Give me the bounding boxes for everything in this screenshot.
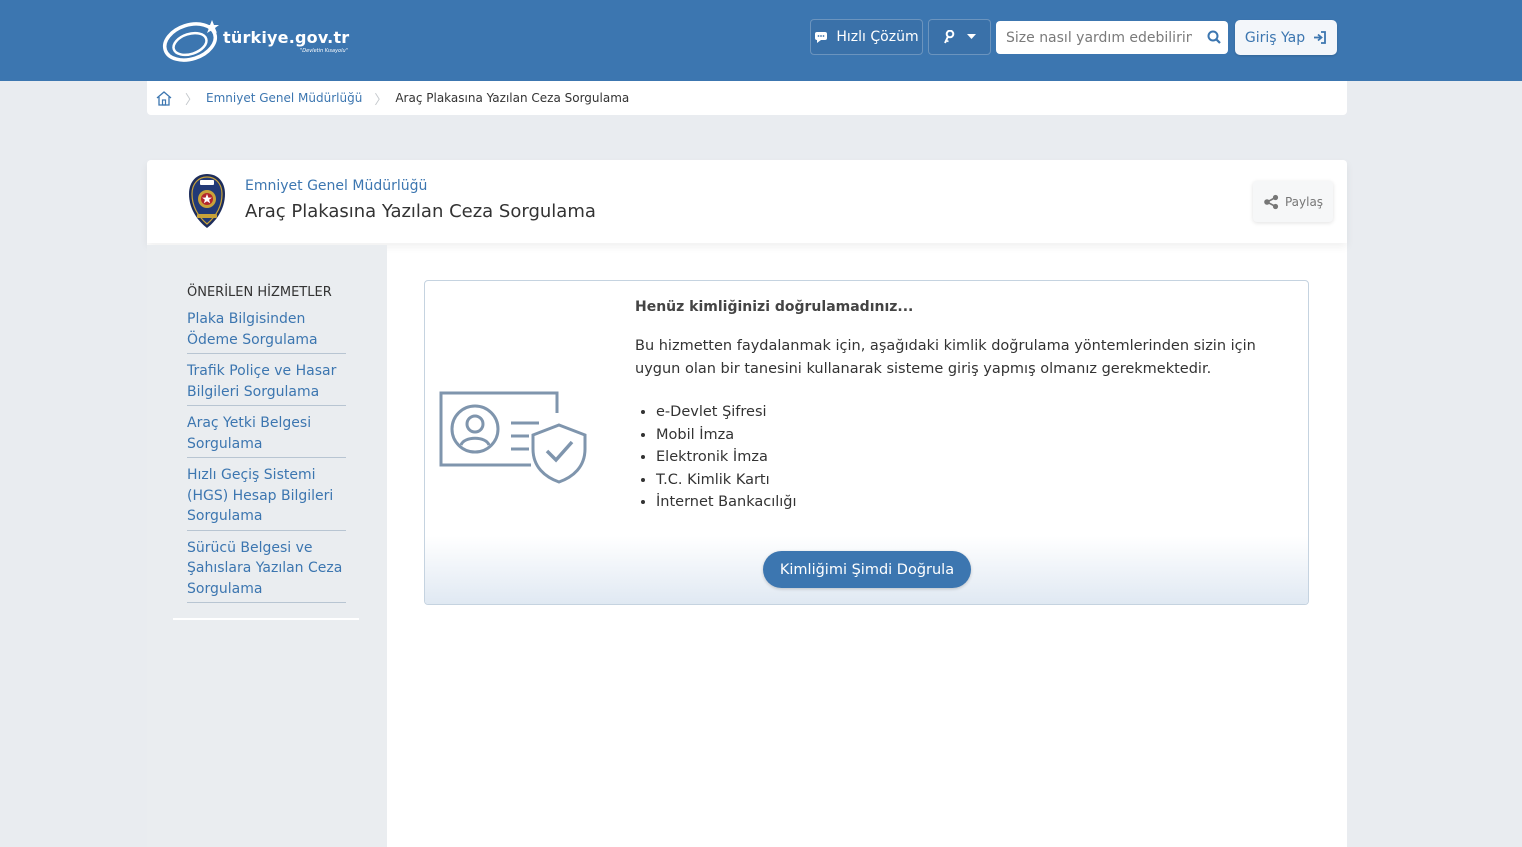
chevron-down-icon	[967, 34, 976, 39]
turkiye-gov-logo[interactable]: türkiye.gov.tr "Devletin Kısayolu"	[160, 16, 365, 66]
chat-bubble-icon	[815, 31, 828, 43]
verification-description: Bu hizmetten faydalanmak için, aşağıdaki…	[635, 338, 1256, 377]
recommended-services-sidebar: ÖNERİLEN HİZMETLER Plaka Bilgisinden Öde…	[147, 245, 387, 847]
police-badge-logo	[189, 174, 225, 228]
breadcrumb-separator: 〉	[374, 92, 388, 108]
sidebar-item-plate-payment[interactable]: Plaka Bilgisinden Ödeme Sorgulama	[187, 309, 346, 354]
share-button[interactable]: Paylaş	[1253, 181, 1333, 222]
verification-heading: Henüz kimliğinizi doğrulamadınız...	[635, 299, 914, 315]
logo-swoosh-icon	[162, 20, 219, 62]
sidebar-item-vehicle-license[interactable]: Araç Yetki Belgesi Sorgulama	[187, 413, 346, 458]
breadcrumb-organization-link[interactable]: Emniyet Genel Müdürlüğü	[206, 91, 362, 105]
quick-solution-label: Hızlı Çözüm	[836, 29, 919, 45]
method-id-card: T.C. Kimlik Kartı	[656, 469, 797, 492]
accessibility-menu-button[interactable]	[928, 19, 991, 55]
method-edevlet-password: e-Devlet Şifresi	[656, 401, 797, 424]
logo-tagline: "Devletin Kısayolu"	[300, 48, 348, 54]
organization-name[interactable]: Emniyet Genel Müdürlüğü	[245, 178, 427, 194]
breadcrumb: 〉 Emniyet Genel Müdürlüğü 〉 Araç Plakası…	[147, 81, 1347, 115]
search-icon[interactable]	[1207, 30, 1221, 44]
page-title: Araç Plakasına Yazılan Ceza Sorgulama	[245, 201, 596, 222]
verification-methods-list: e-Devlet Şifresi Mobil İmza Elektronik İ…	[656, 401, 797, 514]
search-input[interactable]	[996, 22, 1192, 53]
share-label: Paylaş	[1284, 194, 1324, 209]
home-icon[interactable]	[155, 90, 173, 107]
service-header: Emniyet Genel Müdürlüğü Araç Plakasına Y…	[147, 160, 1347, 243]
identity-verification-panel: Henüz kimliğinizi doğrulamadınız... Bu h…	[424, 280, 1309, 605]
sidebar-item-traffic-policy[interactable]: Trafik Poliçe ve Hasar Bilgileri Sorgula…	[187, 361, 346, 406]
sidebar-title: ÖNERİLEN HİZMETLER	[187, 285, 332, 300]
method-electronic-signature: Elektronik İmza	[656, 446, 797, 469]
breadcrumb-separator: 〉	[185, 92, 199, 108]
top-navbar: türkiye.gov.tr "Devletin Kısayolu" Hızlı…	[0, 0, 1522, 81]
login-label: Giriş Yap	[1244, 29, 1306, 46]
sign-in-icon	[1314, 31, 1327, 44]
identity-card-shield-icon	[439, 391, 587, 484]
key-icon	[944, 30, 955, 44]
recommended-services-list: Plaka Bilgisinden Ödeme Sorgulama Trafik…	[187, 309, 346, 610]
sidebar-item-driver-license-fines[interactable]: Sürücü Belgesi ve Şahıslara Yazılan Ceza…	[187, 538, 346, 603]
login-button[interactable]: Giriş Yap	[1235, 20, 1337, 55]
verify-identity-button[interactable]: Kimliğimi Şimdi Doğrula	[763, 551, 971, 588]
search-box	[996, 21, 1228, 54]
quick-solution-button[interactable]: Hızlı Çözüm	[810, 19, 923, 55]
method-internet-banking: İnternet Bankacılığı	[656, 491, 797, 514]
share-icon	[1264, 194, 1279, 209]
sidebar-divider	[173, 618, 359, 620]
sidebar-item-hgs-account[interactable]: Hızlı Geçiş Sistemi (HGS) Hesap Bilgiler…	[187, 465, 346, 531]
method-mobile-signature: Mobil İmza	[656, 424, 797, 447]
logo-text: türkiye.gov.tr	[223, 28, 350, 47]
breadcrumb-current-page: Araç Plakasına Yazılan Ceza Sorgulama	[395, 91, 630, 105]
